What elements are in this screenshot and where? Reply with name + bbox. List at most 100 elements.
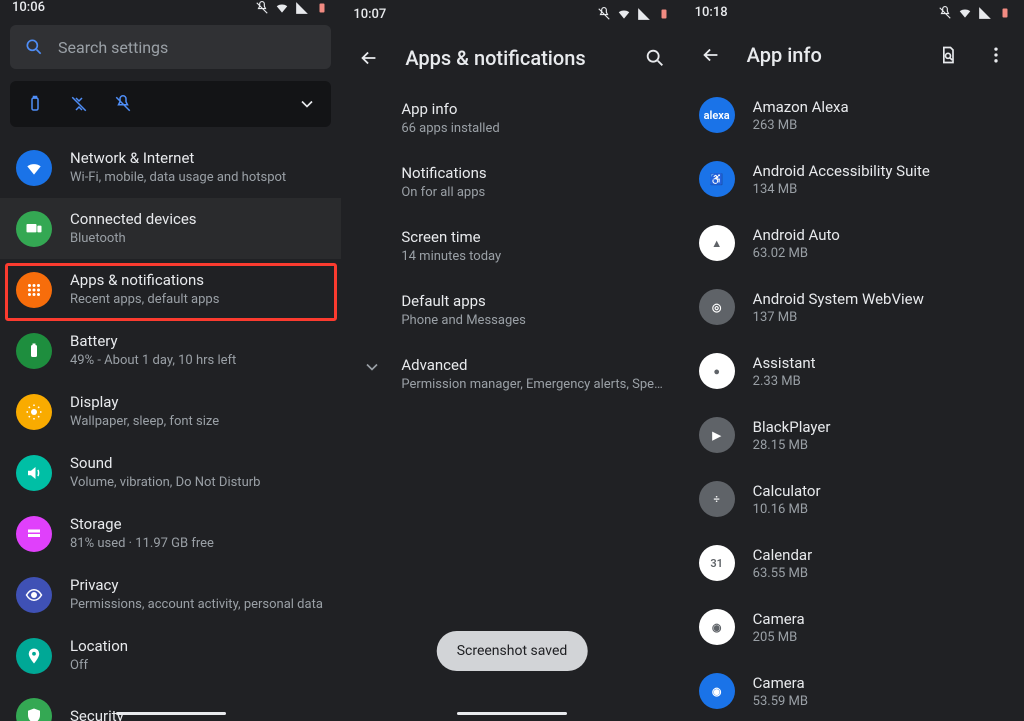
app-icon: 31 [699,545,735,581]
app-size: 10.16 MB [753,502,821,517]
settings-item-apps[interactable]: Apps & notifications Recent apps, defaul… [0,259,341,320]
status-bar: 10:07 [341,0,682,28]
settings-item-sound[interactable]: Sound Volume, vibration, Do Not Disturb [0,442,341,503]
wifi-icon [16,150,52,186]
apps-notifications-panel: 10:07 Apps & notifications App info 66 a… [341,0,682,721]
apps-icon [16,272,52,308]
app-icon: ▲ [699,225,735,261]
settings-search[interactable]: Search settings [10,25,331,69]
battery-status-icon [315,1,329,15]
app-name: Amazon Alexa [753,98,849,116]
dnd-off-icon [597,7,611,21]
battery-icon [16,333,52,369]
search-placeholder: Search settings [58,38,168,57]
wifi-status-icon [275,1,289,15]
signal-x-icon [295,1,309,15]
status-time: 10:18 [695,5,938,20]
battery-outline-icon[interactable] [24,93,46,115]
app-icon: ◉ [699,609,735,645]
app-icon: ♿ [699,161,735,197]
app-name: Android Auto [753,226,840,244]
app-row[interactable]: ▲ Android Auto 63.02 MB [683,211,1024,275]
security-icon [16,698,52,721]
app-name: Camera [753,674,808,692]
settings-item-privacy[interactable]: Privacy Permissions, account activity, p… [0,564,341,625]
app-name: Android Accessibility Suite [753,162,930,180]
app-size: 63.02 MB [753,246,840,261]
bell-off-icon[interactable] [112,93,134,115]
app-size: 63.55 MB [753,566,813,581]
app-size: 134 MB [753,182,930,197]
app-row[interactable]: ▶BlackPlayer28.15 MB [683,403,1024,467]
chevron-down-icon[interactable] [297,94,317,114]
app-name: Calculator [753,482,821,500]
settings-item-connected[interactable]: Connected devices Bluetooth [0,198,341,259]
app-list: alexaAmazon Alexa263 MB♿Android Accessib… [683,83,1024,721]
status-time: 10:06 [12,0,255,15]
status-icons [255,1,329,15]
app-row[interactable]: ◉ Camera 53.59 MB [683,659,1024,721]
app-bar: App info [683,25,1024,83]
page-title: Apps & notifications [405,46,618,70]
app-icon: ◉ [699,673,735,709]
settings-item-display[interactable]: Display Wallpaper, sleep, font size [0,381,341,442]
app-name: Assistant [753,354,816,372]
toast-screenshot-saved[interactable]: Screenshot saved [437,631,588,671]
settings-item-security[interactable]: Security [0,686,341,721]
item-advanced[interactable]: Advanced Permission manager, Emergency a… [401,342,664,406]
search-in-page-icon[interactable] [936,43,960,67]
app-row[interactable]: alexaAmazon Alexa263 MB [683,83,1024,147]
settings-item-battery[interactable]: Battery 49% - About 1 day, 10 hrs left [0,320,341,381]
data-off-icon[interactable] [68,93,90,115]
chevron-down-icon [361,356,383,378]
dnd-off-icon [255,1,269,15]
app-icon: alexa [699,97,735,133]
app-info-panel: 10:18 App info alexaAmazon Alexa263 MB♿A… [683,0,1024,721]
devices-icon [16,211,52,247]
settings-item-storage[interactable]: Storage 81% used · 11.97 GB free [0,503,341,564]
search-icon [24,37,44,57]
page-title: App info [747,43,912,67]
status-time: 10:07 [353,7,596,22]
app-name: Calendar [753,546,813,564]
app-row[interactable]: ♿ Android Accessibility Suite 134 MB [683,147,1024,211]
settings-item-network[interactable]: Network & Internet Wi-Fi, mobile, data u… [0,137,341,198]
dnd-off-icon [938,6,952,20]
item-default-apps[interactable]: Default apps Phone and Messages [401,278,664,342]
app-bar: Apps & notifications [341,28,682,86]
home-indicator[interactable] [116,712,226,715]
back-icon[interactable] [699,43,723,67]
more-icon[interactable] [984,43,1008,67]
signal-x-icon [637,7,651,21]
apps-notifications-list: App info 66 apps installed Notifications… [341,86,682,406]
app-name: Android System WebView [753,290,924,308]
wifi-status-icon [958,6,972,20]
item-screen-time[interactable]: Screen time 14 minutes today [401,214,664,278]
app-row[interactable]: ◉Camera205 MB [683,595,1024,659]
app-size: 53.59 MB [753,694,808,709]
location-icon [16,638,52,674]
app-icon: ◎ [699,289,735,325]
item-notifications[interactable]: Notifications On for all apps [401,150,664,214]
settings-item-location[interactable]: Location Off [0,625,341,686]
quick-settings-strip[interactable] [10,81,331,127]
item-app-info[interactable]: App info 66 apps installed [401,86,664,150]
app-size: 2.33 MB [753,374,816,389]
home-indicator[interactable] [457,712,567,715]
status-bar: 10:06 [0,0,341,15]
storage-icon [16,516,52,552]
app-size: 137 MB [753,310,924,325]
app-size: 28.15 MB [753,438,831,453]
back-icon[interactable] [357,46,381,70]
app-name: BlackPlayer [753,418,831,436]
status-icons [597,7,671,21]
search-icon[interactable] [643,46,667,70]
app-row[interactable]: ÷Calculator10.16 MB [683,467,1024,531]
settings-list: Network & Internet Wi-Fi, mobile, data u… [0,127,341,721]
app-row[interactable]: 31 Calendar 63.55 MB [683,531,1024,595]
app-row[interactable]: ◎ Android System WebView 137 MB [683,275,1024,339]
battery-status-icon [998,6,1012,20]
app-row[interactable]: ●Assistant2.33 MB [683,339,1024,403]
app-name: Camera [753,610,805,628]
status-icons [938,6,1012,20]
